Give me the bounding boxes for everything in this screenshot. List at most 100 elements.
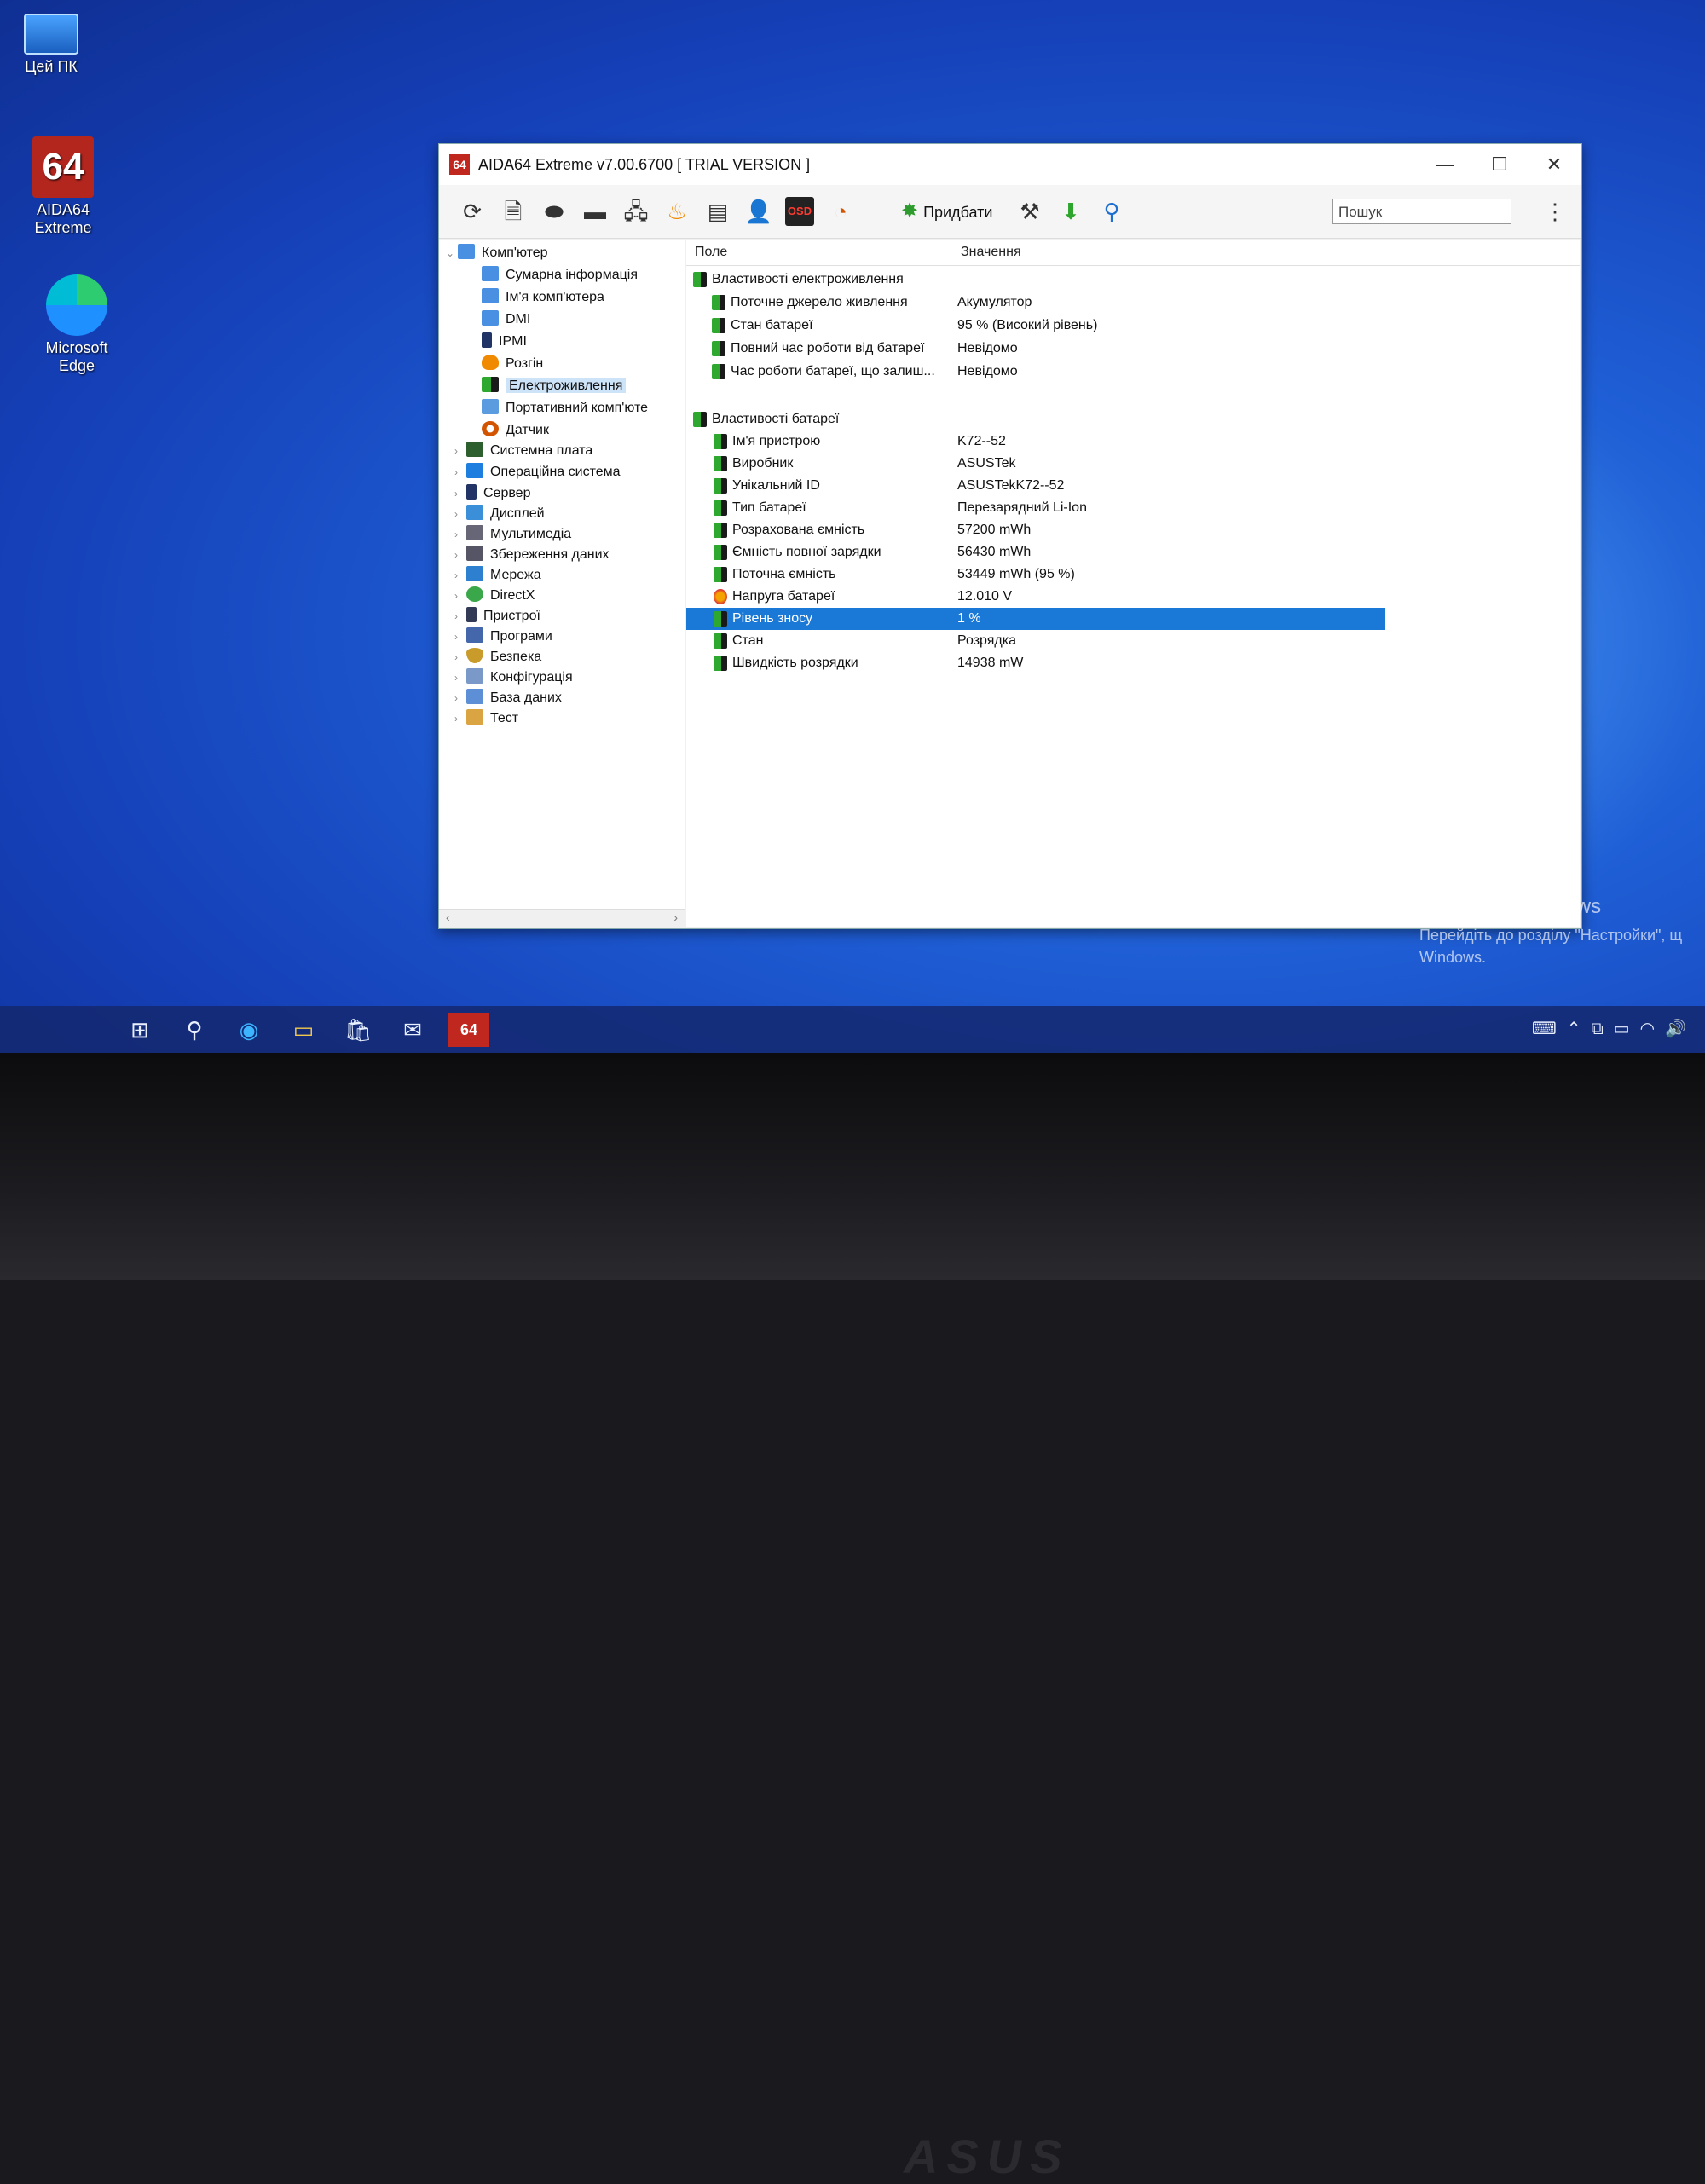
tree-node-security[interactable]: › Безпека: [454, 647, 541, 667]
tree-node-motherboard[interactable]: › Системна плата: [454, 441, 592, 461]
tree-node-overclock[interactable]: Розгін: [482, 354, 543, 374]
battery-tray-icon[interactable]: ▭: [1614, 1020, 1640, 1038]
list-group-header[interactable]: Властивості електроживлення: [686, 269, 1385, 291]
tree-node-config[interactable]: › Конфігурація: [454, 667, 573, 688]
tree-node-storage[interactable]: › Збереження даних: [454, 545, 610, 565]
buy-button[interactable]: ✸ Придбати: [901, 197, 992, 226]
keyboard-icon[interactable]: ⌨: [1532, 1020, 1567, 1038]
tree-node-multimedia[interactable]: › Мультимедіа: [454, 524, 571, 545]
aida64-icon: 64: [32, 136, 94, 198]
collapsed-arrow-icon[interactable]: ›: [454, 441, 466, 461]
osd-icon[interactable]: OSD: [785, 197, 814, 226]
tree-node-os[interactable]: › Операційна система: [454, 462, 621, 482]
tree-node-computer-name[interactable]: Ім'я комп'ютера: [482, 287, 604, 308]
tree-node-server[interactable]: › Сервер: [454, 483, 530, 504]
refresh-icon[interactable]: ⟳: [458, 197, 487, 226]
collapsed-arrow-icon[interactable]: ›: [454, 524, 466, 545]
tree-node-ipmi[interactable]: IPMI: [482, 332, 527, 352]
list-row-selected[interactable]: Рівень зносу 1 %: [686, 608, 1385, 630]
list-row[interactable]: Поточна ємність 53449 mWh (95 %): [686, 563, 1385, 586]
tree-horizontal-scrollbar[interactable]: ‹ ›: [439, 909, 685, 927]
list-row[interactable]: Стан Розрядка: [686, 630, 1385, 652]
collapsed-arrow-icon[interactable]: ›: [454, 708, 466, 729]
tree-node-test[interactable]: › Тест: [454, 708, 518, 729]
expand-arrow-icon[interactable]: ⌄: [446, 243, 458, 263]
list-row[interactable]: Унікальний ID ASUSTekK72--52: [686, 475, 1385, 497]
minimize-button[interactable]: —: [1418, 144, 1472, 185]
list-row[interactable]: Швидкість розрядки 14938 mW: [686, 652, 1385, 674]
list-row[interactable]: Повний час роботи від батареї Невідомо: [686, 338, 1385, 360]
maximize-button[interactable]: ☐: [1472, 144, 1527, 185]
column-header-value[interactable]: Значення: [961, 245, 1021, 260]
memory-icon[interactable]: ▬: [581, 197, 610, 226]
collapsed-arrow-icon[interactable]: ›: [454, 545, 466, 565]
tools-icon[interactable]: ⚒: [1015, 197, 1044, 226]
title-bar[interactable]: 64 AIDA64 Extreme v7.00.6700 [ TRIAL VER…: [439, 144, 1581, 185]
desktop-icon-aida64[interactable]: 64 AIDA64 Extreme: [12, 136, 114, 237]
tree-node-devices[interactable]: › Пристрої: [454, 606, 540, 627]
desktop-icon-edge[interactable]: Microsoft Edge: [26, 274, 128, 375]
tree-node-summary[interactable]: Сумарна інформація: [482, 265, 638, 286]
download-arrow-icon[interactable]: ⬇: [1056, 197, 1085, 226]
tree-node-network[interactable]: › Мережа: [454, 565, 541, 586]
network-tray-icon[interactable]: ⧉: [1591, 1020, 1613, 1038]
list-row[interactable]: Стан батареї 95 % (Високий рівень): [686, 315, 1385, 337]
wifi-icon[interactable]: ◠: [1640, 1020, 1665, 1038]
list-row[interactable]: Виробник ASUSTek: [686, 453, 1385, 475]
tree-node-portable[interactable]: Портативний комп'юте: [482, 398, 648, 419]
collapsed-arrow-icon[interactable]: ›: [454, 667, 466, 688]
collapsed-arrow-icon[interactable]: ›: [454, 688, 466, 708]
motherboard-toolbar-icon[interactable]: ⬬: [540, 197, 569, 226]
tree-node-power[interactable]: Електроживлення: [482, 376, 627, 396]
battery-icon: [714, 478, 727, 494]
tree-node-sensor[interactable]: Датчик: [482, 420, 549, 441]
list-row[interactable]: Ємність повної зарядки 56430 mWh: [686, 541, 1385, 563]
report-icon[interactable]: 🗎: [499, 197, 528, 226]
benchmark-icon[interactable]: ▤: [703, 197, 732, 226]
collapsed-arrow-icon[interactable]: ›: [454, 647, 466, 667]
file-explorer-icon[interactable]: ▭: [285, 1013, 322, 1047]
more-options-icon[interactable]: ⋮: [1544, 197, 1566, 226]
tree-node-directx[interactable]: › DirectX: [454, 586, 535, 606]
desktop-icon-this-pc[interactable]: Цей ПК: [0, 5, 102, 76]
tree-node-dmi[interactable]: DMI: [482, 309, 530, 330]
tree-node-computer[interactable]: ⌄ Комп'ютер: [446, 243, 548, 263]
list-row[interactable]: Розрахована ємність 57200 mWh: [686, 519, 1385, 541]
tree-node-display[interactable]: › Дисплей: [454, 504, 545, 524]
collapsed-arrow-icon[interactable]: ›: [454, 627, 466, 647]
chevron-up-icon[interactable]: ⌃: [1567, 1020, 1592, 1038]
list-row[interactable]: Тип батареї Перезарядний Li-Ion: [686, 497, 1385, 519]
start-windows-icon[interactable]: ⊞: [121, 1013, 159, 1047]
list-row[interactable]: Час роботи батареї, що залиш... Невідомо: [686, 361, 1385, 383]
volume-icon[interactable]: 🔊: [1665, 1020, 1696, 1038]
mail-icon[interactable]: ✉: [394, 1013, 431, 1047]
edge-taskbar-icon[interactable]: ◉: [230, 1013, 268, 1047]
scroll-right-arrow-icon[interactable]: ›: [673, 910, 678, 924]
list-group-header[interactable]: Властивості батареї: [686, 408, 1385, 430]
collapsed-arrow-icon[interactable]: ›: [454, 462, 466, 482]
close-button[interactable]: ✕: [1527, 144, 1581, 185]
search-icon[interactable]: ⚲: [176, 1013, 213, 1047]
monitor-icon: [458, 244, 475, 259]
user-icon[interactable]: 👤: [744, 197, 773, 226]
search-toolbar-icon[interactable]: ⚲: [1097, 197, 1126, 226]
list-row[interactable]: Напруга батареї 12.010 V: [686, 586, 1385, 608]
collapsed-arrow-icon[interactable]: ›: [454, 606, 466, 627]
tree-node-programs[interactable]: › Програми: [454, 627, 552, 647]
list-row[interactable]: Поточне джерело живлення Акумулятор: [686, 292, 1385, 314]
flame-toolbar-icon[interactable]: ♨: [662, 197, 691, 226]
collapsed-arrow-icon[interactable]: ›: [454, 565, 466, 586]
tree-node-database[interactable]: › База даних: [454, 688, 562, 708]
search-input[interactable]: Пошук: [1332, 199, 1511, 224]
scroll-left-arrow-icon[interactable]: ‹: [446, 910, 450, 924]
sensor-gauge-icon[interactable]: ◔: [826, 197, 855, 226]
column-header-field[interactable]: Поле: [695, 245, 727, 260]
network-toolbar-icon[interactable]: 🖧: [621, 197, 650, 226]
desktop-icon-label: Цей ПК: [25, 58, 78, 75]
aida64-taskbar-icon[interactable]: 64: [448, 1013, 489, 1047]
store-icon[interactable]: 🛍: [339, 1013, 377, 1047]
collapsed-arrow-icon[interactable]: ›: [454, 504, 466, 524]
collapsed-arrow-icon[interactable]: ›: [454, 483, 466, 504]
collapsed-arrow-icon[interactable]: ›: [454, 586, 466, 606]
list-row[interactable]: Ім'я пристрою K72--52: [686, 430, 1385, 453]
